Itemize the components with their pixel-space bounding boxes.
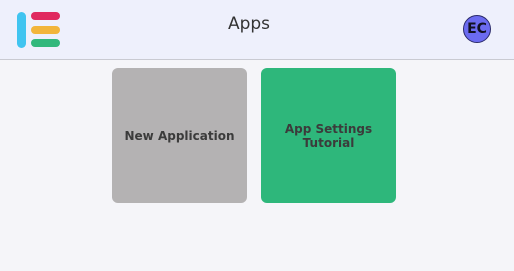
new-application-tile[interactable]: New Application <box>112 68 247 203</box>
page-title: Apps <box>227 14 271 34</box>
logo-bar-bottom <box>31 39 60 47</box>
app-settings-tutorial-label: App Settings Tutorial <box>284 121 373 150</box>
app-settings-tutorial-tile[interactable]: App Settings Tutorial <box>261 68 396 203</box>
new-application-label: New Application <box>124 128 235 143</box>
app-header: Apps EC <box>0 0 514 60</box>
user-avatar[interactable]: EC <box>463 15 491 43</box>
